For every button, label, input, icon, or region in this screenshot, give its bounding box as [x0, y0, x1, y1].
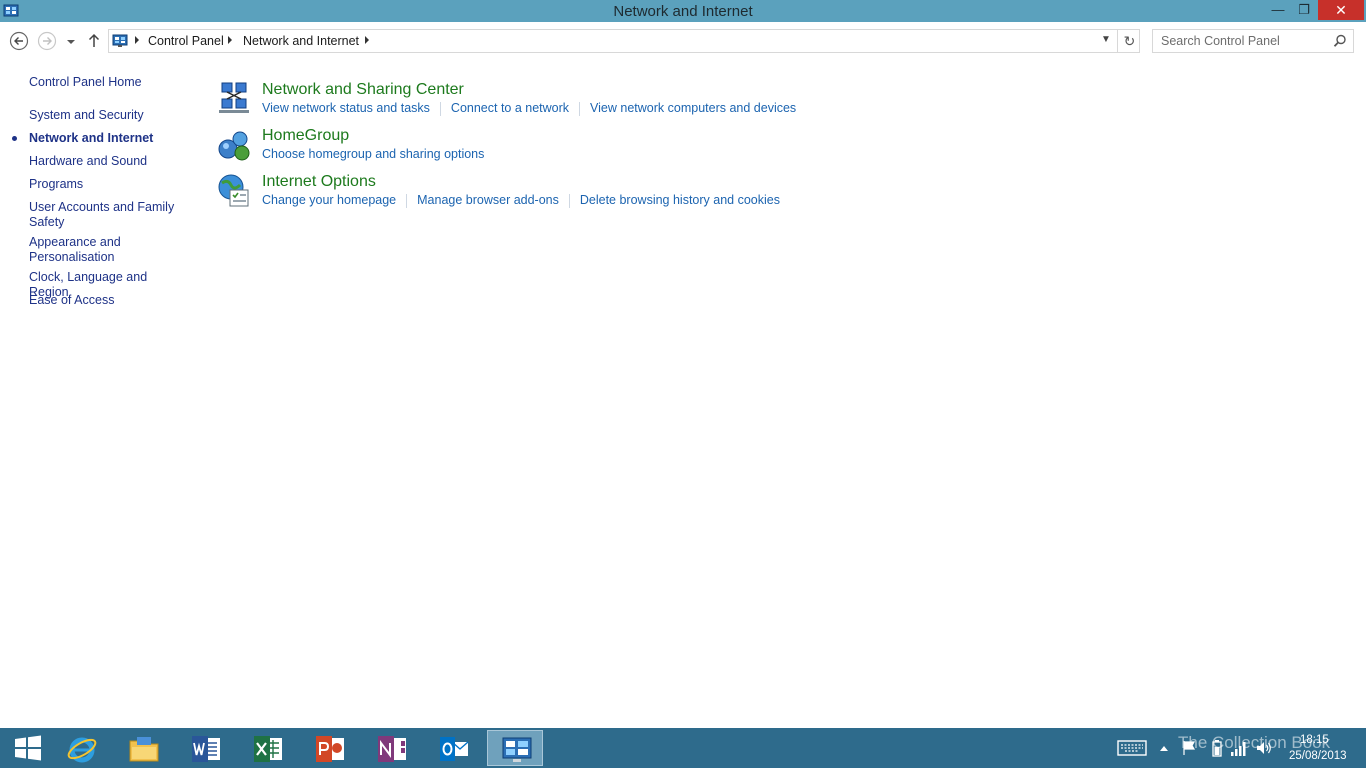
breadcrumb-separator-icon[interactable] — [228, 36, 232, 44]
link-homegroup-sharing-options[interactable]: Choose homegroup and sharing options — [262, 147, 484, 161]
breadcrumb-control-panel[interactable]: Control Panel — [148, 34, 224, 48]
breadcrumb-separator-icon[interactable] — [135, 36, 139, 44]
sidebar-item-user-accounts[interactable]: User Accounts and Family Safety — [29, 200, 179, 230]
search-icon[interactable] — [1333, 34, 1347, 48]
category-title[interactable]: HomeGroup — [262, 127, 349, 145]
window-title: Network and Internet — [613, 3, 753, 20]
address-bar[interactable]: Control Panel Network and Internet ▼ ↻ — [108, 29, 1140, 53]
search-input[interactable] — [1153, 30, 1329, 52]
outlook-icon — [440, 737, 469, 761]
sidebar-item-programs[interactable]: Programs — [29, 177, 189, 192]
show-hidden-icons-icon[interactable] — [1158, 742, 1170, 754]
clock-time[interactable]: 18:15 — [1300, 734, 1329, 746]
taskbar-outlook[interactable] — [425, 730, 481, 766]
powerpoint-icon — [316, 736, 344, 762]
address-dropdown-icon[interactable]: ▼ — [1099, 34, 1113, 48]
sidebar-item-network-and-internet[interactable]: Network and Internet — [29, 131, 189, 146]
sidebar-item-ease-of-access[interactable]: Ease of Access — [29, 293, 189, 308]
taskbar-powerpoint[interactable] — [301, 730, 357, 766]
close-button[interactable]: ✕ — [1318, 0, 1364, 20]
action-center-flag-icon[interactable] — [1182, 740, 1196, 756]
excel-icon — [254, 736, 282, 762]
link-divider — [439, 101, 441, 116]
sidebar-item-system-and-security[interactable]: System and Security — [29, 108, 189, 123]
clock-date[interactable]: 25/08/2013 — [1289, 750, 1347, 762]
category-links: View network status and tasks Connect to … — [262, 101, 796, 116]
word-icon — [192, 736, 220, 762]
taskbar: The Collection Book 18:15 25/08/2013 — [0, 728, 1366, 768]
breadcrumb-network-and-internet[interactable]: Network and Internet — [243, 34, 359, 48]
windows-logo-icon — [15, 735, 41, 761]
onenote-icon — [378, 736, 406, 762]
link-divider — [568, 193, 570, 208]
category-links: Change your homepage Manage browser add-o… — [262, 193, 780, 208]
link-view-network-status[interactable]: View network status and tasks — [262, 101, 430, 115]
taskbar-word[interactable] — [177, 730, 233, 766]
taskbar-onenote[interactable] — [363, 730, 419, 766]
internet-options-icon[interactable] — [216, 173, 252, 209]
category-title[interactable]: Internet Options — [262, 173, 376, 191]
wifi-signal-icon[interactable] — [1230, 739, 1248, 757]
taskbar-control-panel[interactable] — [487, 730, 543, 766]
category-links: Choose homegroup and sharing options — [262, 147, 484, 161]
folder-icon — [129, 737, 159, 762]
recent-locations-chevron-icon[interactable] — [63, 31, 79, 51]
taskbar-excel[interactable] — [239, 730, 295, 766]
minimize-button[interactable]: — — [1265, 0, 1291, 20]
network-sharing-icon[interactable] — [216, 81, 252, 117]
homegroup-icon[interactable] — [216, 127, 252, 163]
active-bullet-icon — [12, 136, 17, 141]
link-divider — [579, 101, 581, 116]
start-button[interactable] — [0, 730, 56, 766]
forward-button[interactable] — [37, 31, 57, 51]
breadcrumb-separator-icon[interactable] — [365, 36, 369, 44]
sidebar-item-hardware-and-sound[interactable]: Hardware and Sound — [29, 154, 189, 169]
link-manage-add-ons[interactable]: Manage browser add-ons — [417, 193, 559, 207]
refresh-button[interactable]: ↻ — [1117, 30, 1141, 52]
control-panel-icon — [502, 737, 532, 762]
link-connect-to-network[interactable]: Connect to a network — [451, 101, 569, 115]
volume-icon[interactable] — [1255, 739, 1273, 757]
link-change-homepage[interactable]: Change your homepage — [262, 193, 396, 207]
sidebar-item-appearance[interactable]: Appearance and Personalisation — [29, 235, 129, 265]
internet-explorer-icon — [67, 737, 97, 763]
link-delete-browsing-history[interactable]: Delete browsing history and cookies — [580, 193, 780, 207]
title-bar: Network and Internet — ❐ ✕ — [0, 0, 1366, 22]
sidebar-item-control-panel-home[interactable]: Control Panel Home — [29, 75, 189, 90]
up-arrow-icon[interactable] — [86, 31, 102, 51]
touch-keyboard-icon[interactable] — [1116, 738, 1150, 758]
battery-icon[interactable] — [1211, 739, 1223, 757]
link-view-network-computers[interactable]: View network computers and devices — [590, 101, 796, 115]
category-title[interactable]: Network and Sharing Center — [262, 81, 464, 99]
navigation-bar: Control Panel Network and Internet ▼ ↻ — [0, 22, 1366, 60]
search-box[interactable] — [1152, 29, 1354, 53]
restore-button[interactable]: ❐ — [1291, 0, 1317, 20]
taskbar-internet-explorer[interactable] — [53, 730, 109, 766]
taskbar-file-explorer[interactable] — [115, 730, 171, 766]
control-panel-icon — [112, 34, 128, 47]
back-button[interactable] — [9, 31, 29, 51]
link-divider — [406, 193, 408, 208]
